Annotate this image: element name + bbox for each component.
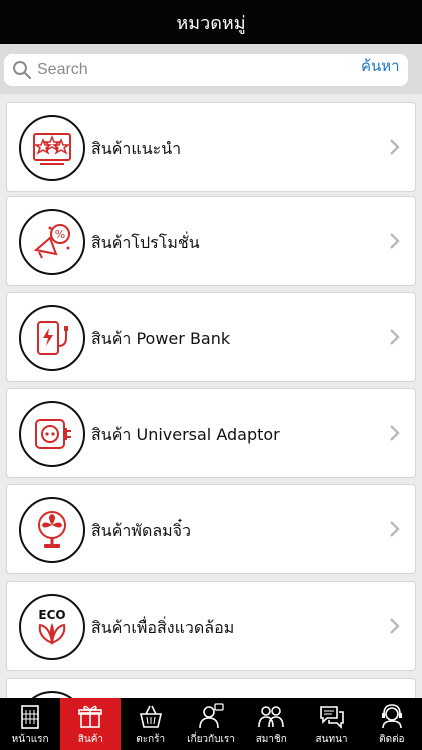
category-label: สินค้าแนะนำ [91, 139, 182, 158]
category-item-power-bank[interactable]: สินค้า Power Bank [6, 292, 416, 382]
category-label: สินค้าโปรโมชั่น [91, 233, 200, 252]
category-label: สินค้าพัดลมจิ๋ว [91, 521, 192, 540]
chevron-right-icon [390, 521, 400, 537]
svg-text:ECO: ECO [38, 608, 65, 622]
gift-box-icon [78, 705, 103, 728]
promotion-megaphone-icon: % [33, 224, 70, 259]
category-label: สินค้า Power Bank [91, 329, 231, 348]
eco-leaf-icon: ECO [38, 608, 66, 645]
tab-label: สินค้า [77, 734, 104, 745]
tab-members[interactable]: สมาชิก [241, 698, 301, 750]
chevron-right-icon [390, 233, 400, 249]
recommended-stars-icon [33, 133, 71, 165]
tab-label: หน้าแรก [11, 734, 49, 745]
tab-about-us[interactable]: เกี่ยวกับเรา [181, 698, 241, 750]
tab-cart[interactable]: ตะกร้า [121, 698, 181, 750]
category-item-recommended[interactable]: สินค้าแนะนำ [6, 102, 416, 192]
page-title: หมวดหมู่ [176, 12, 246, 34]
about-us-icon [199, 703, 224, 729]
universal-adaptor-icon [35, 419, 71, 449]
members-icon [258, 706, 285, 728]
tab-label: ติดต่อ [379, 734, 405, 745]
category-icon-frame [19, 691, 85, 698]
home-building-icon [21, 705, 39, 729]
mini-fan-icon [38, 511, 66, 548]
category-label: สินค้า Universal Adaptor [91, 425, 280, 444]
chevron-right-icon [390, 329, 400, 345]
tab-label: ตะกร้า [136, 734, 166, 745]
category-icon-frame [19, 115, 85, 181]
search-icon [13, 61, 32, 80]
tab-home[interactable]: หน้าแรก [0, 698, 60, 750]
category-icon-frame: % [19, 209, 85, 275]
category-list: สินค้าแนะนำ % สินค้าโปรโมชั่น สินค้า Pow… [0, 94, 422, 698]
category-label: สินค้าเพื่อสิ่งแวดล้อม [91, 618, 235, 637]
search-input[interactable] [37, 61, 337, 79]
category-item-mini-fan[interactable]: สินค้าพัดลมจิ๋ว [6, 484, 416, 574]
chevron-right-icon [390, 618, 400, 634]
tab-products[interactable]: สินค้า [60, 698, 121, 750]
category-icon-frame: ECO [19, 594, 85, 660]
chat-icon [319, 706, 344, 729]
basket-icon [139, 705, 162, 728]
top-header: หมวดหมู่ [0, 0, 422, 44]
category-icon-frame [19, 497, 85, 563]
tab-label: สนทนา [315, 734, 348, 745]
search-bar [0, 44, 422, 94]
tab-label: สมาชิก [255, 734, 287, 745]
tab-chat[interactable]: สนทนา [301, 698, 361, 750]
chevron-right-icon [390, 139, 400, 155]
category-icon-frame [19, 401, 85, 467]
search-box [4, 54, 408, 86]
category-icon-frame [19, 305, 85, 371]
bottom-tab-bar: หน้าแรก สินค้า ตะกร้า เกี่ยวกับเรา สมาชิ… [0, 698, 422, 750]
search-button[interactable]: ค้นหา [361, 54, 400, 78]
tab-label: เกี่ยวกับเรา [187, 734, 235, 745]
power-bank-icon [37, 321, 68, 355]
category-item-universal-adaptor[interactable]: สินค้า Universal Adaptor [6, 388, 416, 478]
category-item-eco[interactable]: ECO สินค้าเพื่อสิ่งแวดล้อม [6, 581, 416, 671]
category-item-partial[interactable] [6, 678, 416, 698]
chevron-right-icon [390, 425, 400, 441]
tab-contact[interactable]: ติดต่อ [362, 698, 422, 750]
svg-text:%: % [55, 228, 65, 241]
category-item-promotion[interactable]: % สินค้าโปรโมชั่น [6, 196, 416, 286]
contact-support-icon [381, 704, 402, 729]
